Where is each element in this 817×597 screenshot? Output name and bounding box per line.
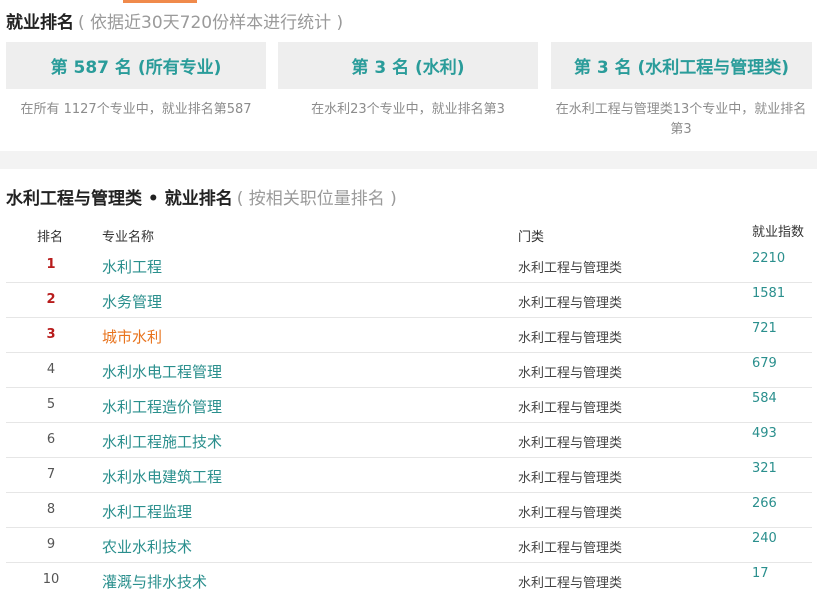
row-category: 水利工程与管理类	[518, 401, 623, 416]
row-rank: 1	[46, 257, 56, 272]
row-employment-index: 721	[752, 321, 777, 336]
row-category: 水利工程与管理类	[518, 506, 623, 521]
table-row: 7 水利水电建筑工程 水利工程与管理类 321	[6, 458, 812, 493]
row-major-link[interactable]: 灌溉与排水技术	[102, 571, 207, 592]
header-category: 门类	[518, 230, 545, 245]
rank-card-all-majors: 第 587 名 (所有专业)	[6, 42, 266, 89]
rank-card-water-conservancy: 第 3 名 (水利)	[278, 42, 538, 89]
table-row: 1 水利工程 水利工程与管理类 2210	[6, 248, 812, 283]
header-major-name: 专业名称	[102, 230, 155, 245]
section-subtitle: ( 依据近30天720份样本进行统计 )	[78, 13, 344, 33]
header-employment-index: 就业指数	[752, 225, 805, 240]
ranking-table-header: 排名 专业名称 门类 就业指数	[6, 218, 812, 248]
row-employment-index: 240	[752, 531, 777, 546]
table-row: 10 灌溉与排水技术 水利工程与管理类 17	[6, 563, 812, 597]
table-row: 4 水利水电工程管理 水利工程与管理类 679	[6, 353, 812, 388]
section-title: 就业排名	[6, 13, 74, 33]
row-rank: 8	[46, 502, 56, 517]
row-rank: 10	[42, 572, 60, 587]
category-ranking-title: 水利工程与管理类 • 就业排名	[6, 189, 233, 209]
row-employment-index: 266	[752, 496, 777, 511]
row-employment-index: 493	[752, 426, 777, 441]
row-rank: 2	[46, 292, 56, 307]
table-row: 8 水利工程监理 水利工程与管理类 266	[6, 493, 812, 528]
employment-ranking-header: 就业排名( 依据近30天720份样本进行统计 )	[6, 8, 343, 33]
row-rank: 3	[46, 327, 56, 342]
row-rank: 7	[46, 467, 56, 482]
row-category: 水利工程与管理类	[518, 261, 623, 276]
rank-card-water-conservancy-desc: 在水利23个专业中，就业排名第3	[311, 102, 505, 117]
row-employment-index: 584	[752, 391, 777, 406]
row-major-link[interactable]: 水利工程	[102, 256, 162, 277]
row-employment-index: 679	[752, 356, 777, 371]
row-rank: 9	[46, 537, 56, 552]
table-row: 5 水利工程造价管理 水利工程与管理类 584	[6, 388, 812, 423]
row-major-link[interactable]: 水务管理	[102, 291, 162, 312]
table-row: 3 城市水利 水利工程与管理类 721	[6, 318, 812, 353]
row-employment-index: 17	[752, 566, 769, 581]
row-category: 水利工程与管理类	[518, 366, 623, 381]
rank-card-all-majors-desc: 在所有 1127个专业中，就业排名第587	[20, 102, 252, 117]
row-category: 水利工程与管理类	[518, 331, 623, 346]
row-major-link[interactable]: 水利水电建筑工程	[102, 466, 222, 487]
row-rank: 6	[46, 432, 56, 447]
row-major-link[interactable]: 水利工程造价管理	[102, 396, 222, 417]
row-rank: 4	[46, 362, 56, 377]
table-row: 6 水利工程施工技术 水利工程与管理类 493	[6, 423, 812, 458]
row-category: 水利工程与管理类	[518, 471, 623, 486]
row-category: 水利工程与管理类	[518, 576, 623, 591]
row-category: 水利工程与管理类	[518, 541, 623, 556]
ranking-summary-cards: 第 587 名 (所有专业) 第 3 名 (水利) 第 3 名 (水利工程与管理…	[6, 42, 812, 89]
rank-card-category-desc: 在水利工程与管理类13个专业中，就业排名第3	[555, 102, 807, 137]
ranking-table-body: 1 水利工程 水利工程与管理类 2210 2 水务管理 水利工程与管理类 158…	[6, 248, 812, 597]
row-employment-index: 321	[752, 461, 777, 476]
row-major-link[interactable]: 水利工程施工技术	[102, 431, 222, 452]
section-divider	[0, 151, 817, 169]
row-major-link[interactable]: 城市水利	[102, 326, 162, 347]
row-major-link[interactable]: 水利水电工程管理	[102, 361, 222, 382]
row-employment-index: 1581	[752, 286, 786, 301]
row-category: 水利工程与管理类	[518, 436, 623, 451]
category-ranking-header: 水利工程与管理类 • 就业排名( 按相关职位量排名 )	[6, 184, 397, 209]
category-ranking-subtitle: ( 按相关职位量排名 )	[236, 189, 397, 209]
rank-card-category: 第 3 名 (水利工程与管理类)	[551, 42, 812, 89]
row-rank: 5	[46, 397, 56, 412]
row-major-link[interactable]: 农业水利技术	[102, 536, 192, 557]
header-rank: 排名	[37, 230, 64, 245]
table-row: 2 水务管理 水利工程与管理类 1581	[6, 283, 812, 318]
row-major-link[interactable]: 水利工程监理	[102, 501, 192, 522]
row-category: 水利工程与管理类	[518, 296, 623, 311]
table-row: 9 农业水利技术 水利工程与管理类 240	[6, 528, 812, 563]
row-employment-index: 2210	[752, 251, 786, 266]
active-tab-indicator	[123, 0, 197, 3]
